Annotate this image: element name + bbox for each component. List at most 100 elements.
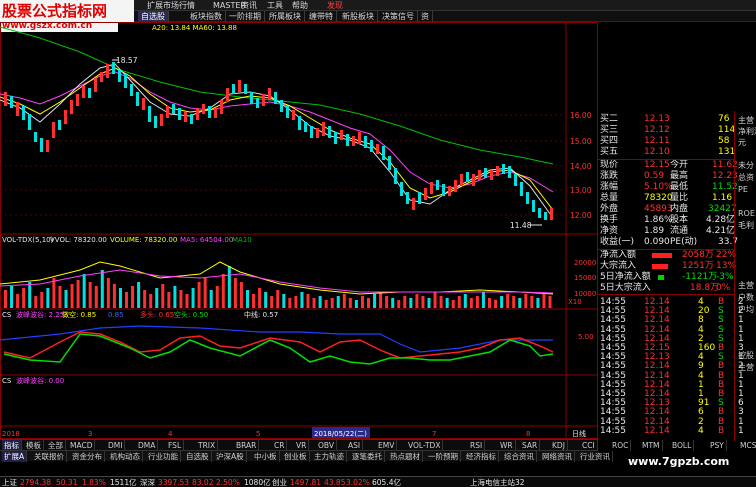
volume-bar [367,298,370,308]
volume-bar [530,296,534,308]
ind1-v5: 空头: 0.50 [174,310,208,319]
tab-more[interactable]: 资 [418,11,433,22]
tab-bottom_tabs2-8[interactable]: 创业板 [282,451,310,462]
tab-bottom_tabs2-0[interactable]: 扩展A [2,451,28,462]
volume-bar [469,298,473,308]
tab-bottom_tabs2-13[interactable]: 经济指标 [464,451,499,462]
ask-row: 买五 12.10 131 [600,147,736,157]
tab-bottom_tabs1-21[interactable]: MTM [640,440,663,451]
tab-bottom_tabs2-6[interactable]: 沪深A股 [214,451,247,462]
stat-row: 外盘 45893 内盘 32427 [600,204,737,214]
menu-item-news[interactable]: 资讯 [241,0,257,11]
ind1-name: CS [2,311,12,319]
tab-special[interactable]: 缠带特 [306,11,337,22]
tab-bottom_tabs2-11[interactable]: 热点题材 [388,451,423,462]
status-bar: 上证 2794.38 50.31 1.83% 1511亿 深深 3397.53 … [0,476,756,487]
menu-item-tools[interactable]: 工具 [267,0,283,11]
menu-item-ext-market[interactable]: 扩展市场行情 [147,0,195,11]
volume-bar [28,282,32,308]
volume-bar [112,284,116,308]
volume-bars [4,266,552,308]
tab-bottom_tabs2-10[interactable]: 逐笔委托 [350,451,385,462]
volume-bar [536,298,540,308]
chart-frame [0,22,598,439]
tab-bottom_tabs2-3[interactable]: 机构动态 [108,451,143,462]
volume-bar [379,292,383,308]
tab-watchlist[interactable]: 自选股 [138,11,169,22]
tab-new-stocks[interactable]: 新股板块 [339,11,378,22]
tab-bottom_tabs1-20[interactable]: ROC [610,440,632,451]
volume-bar [239,282,243,308]
side-item: 主营 [738,363,754,372]
flow-bar [658,275,664,280]
ask-row: 买三 12.12 114 [600,125,736,135]
volume-bar [270,296,274,308]
cy-pct: 3.02% [346,478,370,487]
volume-bar [342,294,346,308]
tab-sector-index[interactable]: 板块指数 [187,11,226,22]
vol-legend-ma5: MA5: 64504.00 [180,236,233,244]
volume-bar [88,282,92,308]
tick-d: B [718,425,725,436]
tab-sector[interactable]: 所属板块 [266,11,305,22]
side-item: 主营 [738,116,754,125]
ind2-name: CS [2,377,12,385]
side-item: 户均 [738,305,754,314]
tab-bottom_tabs2-4[interactable]: 行业功能 [146,451,181,462]
tab-bottom_tabs2-14[interactable]: 综合资讯 [502,451,537,462]
tab-bottom_tabs2-9[interactable]: 主力轨迹 [312,451,347,462]
price-axis: 16.00 15.00 14.00 13.00 12.00 [570,111,592,220]
time-mark: 5 [256,430,260,438]
tab-bar: 自选股 板块指数 一阶排期 所属板块 缠带特 新股板块 决策信号 资 [134,11,756,22]
chart-area[interactable]: 16.00 15.00 14.00 13.00 12.00 A20: 13.84… [0,22,598,439]
tab-bottom_tabs2-15[interactable]: 网络资讯 [540,451,575,462]
tab-bottom_tabs2-5[interactable]: 自选股 [184,451,212,462]
sh-value: 2794.38 [20,478,52,487]
volume-bar [312,298,316,308]
volume-bar [475,296,479,308]
flow-row: 5日大宗流入 18.8万 0% [600,283,731,293]
volume-bar [179,290,183,308]
tab-bottom_tabs2-7[interactable]: 中小板 [252,451,280,462]
sh-pct: 1.83% [82,478,106,487]
tab-bottom_tabs1-22[interactable]: BOLL [670,440,695,451]
cy-amount: 605.4亿 [372,478,401,487]
side-item: 元 [738,138,746,147]
crosshair-date: 2018/05/22(二) [314,430,367,438]
menu-item-help[interactable]: 帮助 [292,0,308,11]
tab-bottom_tabs2-1[interactable]: 关联报价 [32,451,67,462]
volume-bar [46,288,50,308]
tab-expect[interactable]: 一阶排期 [226,11,265,22]
volume-bar [173,286,177,308]
volume-bar [106,278,110,308]
volume-bar [185,294,189,308]
tab-bottom_tabs1-24[interactable]: MCST [738,440,756,451]
stat-row: 换手 1.86% 股本 4.28亿 [600,215,736,225]
volume-bar [500,296,504,308]
cy-label: 创业 [272,478,287,487]
tab-bottom_tabs1-23[interactable]: PSY [708,440,727,451]
stat-row: 涨跌 0.59 最高 12.23 [600,171,738,181]
volume-bar [215,286,219,308]
side-item: 总资 [738,173,754,182]
volume-bar [494,300,498,308]
tab-signals[interactable]: 决策信号 [379,11,418,22]
flow-row: 5日净流入额 -1121万 -3% [600,272,734,282]
time-mark: 3 [88,430,92,438]
volume-bar [512,296,516,308]
time-year: 2018 [2,430,20,438]
volume-bar [52,278,56,308]
tab-bottom_tabs2-2[interactable]: 资金分布 [70,451,105,462]
tab-bottom_tabs2-16[interactable]: 行业资讯 [578,451,613,462]
volume-bar [264,292,268,308]
watermark-logo: 股票公式指标网 [0,0,134,22]
tab-bottom_tabs2-12[interactable]: 一阶预期 [426,451,461,462]
ind1-v3: 0.85 [108,311,124,319]
volume-bar [385,296,389,308]
menu-item-discover[interactable]: 发现 [327,0,343,11]
volume-bar [94,286,98,308]
volume-bar [427,298,431,308]
ind1-v2: 做空: 0.85 [62,310,96,319]
side-item: 毛利 [738,221,754,230]
ask-row: 买四 12.11 58 [600,136,730,146]
